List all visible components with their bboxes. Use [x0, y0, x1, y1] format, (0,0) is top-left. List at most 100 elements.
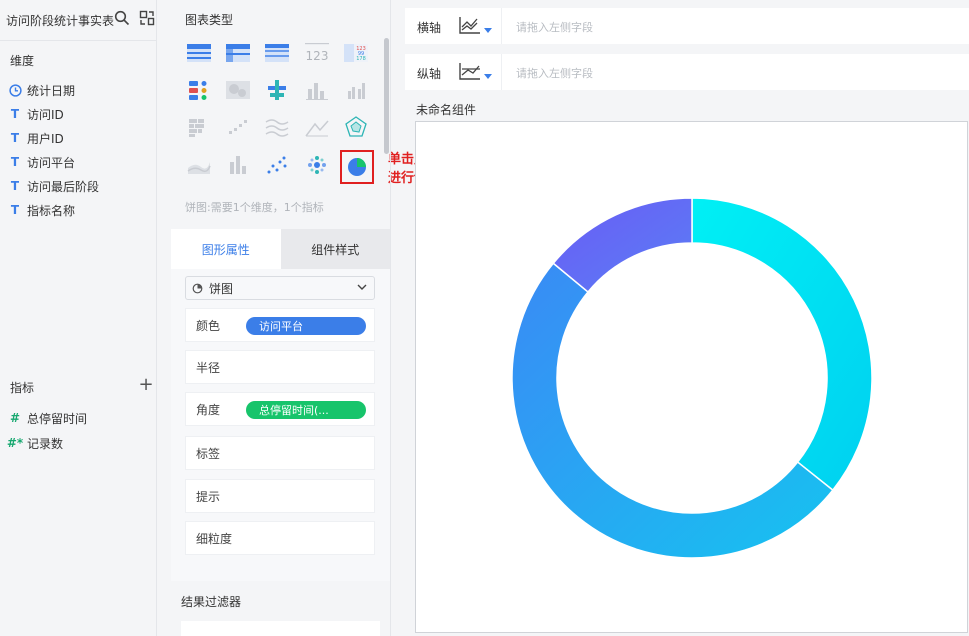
- multi-line-icon[interactable]: [263, 114, 291, 140]
- calculated-number-icon: #*: [6, 436, 24, 450]
- result-filter-dropzone[interactable]: [181, 621, 380, 636]
- property-tooltip[interactable]: 提示: [185, 479, 375, 513]
- pie-chart-icon[interactable]: [340, 150, 374, 184]
- colored-table-icon[interactable]: 123 99 178: [342, 40, 370, 66]
- dimension-field-label: 统计日期: [27, 83, 76, 98]
- text-type-icon: T: [10, 155, 20, 169]
- chart-type-hint: 饼图:需要1个维度，1个指标: [185, 201, 324, 214]
- measure-field-label: 总停留时间: [27, 411, 88, 426]
- table-icon[interactable]: [185, 40, 213, 66]
- property-label: 颜色: [196, 318, 221, 333]
- dimension-field[interactable]: 统计日期: [8, 80, 75, 100]
- property-granularity[interactable]: 细粒度: [185, 521, 375, 555]
- property-label: 提示: [196, 489, 221, 504]
- dimension-section-label: 维度: [10, 54, 35, 68]
- scatter-icon[interactable]: [224, 114, 252, 140]
- properties-panel: 饼图 颜色 访问平台 半径 角度 总停留时间(... 标签 提示 细粒度: [171, 269, 390, 581]
- dimension-field[interactable]: T 用户ID: [8, 128, 64, 148]
- switch-dataset-icon[interactable]: [139, 10, 155, 26]
- svg-text:178: 178: [356, 56, 366, 62]
- property-label: 细粒度: [196, 531, 233, 546]
- text-type-icon: T: [10, 131, 20, 145]
- add-measure-button[interactable]: +: [138, 376, 154, 394]
- chevron-down-icon: [357, 284, 367, 290]
- measure-field[interactable]: #* 记录数: [6, 433, 64, 453]
- pie-slice[interactable]: [691, 197, 873, 492]
- property-angle[interactable]: 角度 总停留时间(...: [185, 392, 375, 426]
- dot-map-icon[interactable]: [185, 77, 213, 103]
- svg-text:123: 123: [306, 49, 329, 63]
- dimension-field[interactable]: T 访问最后阶段: [8, 176, 99, 196]
- chart-type-scrollbar[interactable]: [384, 38, 389, 154]
- chart-type-select[interactable]: 饼图: [185, 276, 375, 300]
- dimension-field-label: 访问最后阶段: [27, 179, 100, 194]
- y-axis-shelf[interactable]: 纵轴 请拖入左侧字段: [405, 54, 969, 90]
- detail-table-icon[interactable]: [263, 40, 291, 66]
- caret-down-icon[interactable]: [484, 28, 492, 33]
- rect-tree-icon[interactable]: [185, 114, 213, 140]
- dataset-title: 访问阶段统计事实表: [6, 14, 114, 28]
- dimension-field-label: 指标名称: [27, 203, 76, 218]
- y-axis-label: 纵轴: [417, 67, 442, 81]
- pie-slice[interactable]: [511, 262, 834, 559]
- dimension-field[interactable]: T 访问ID: [8, 104, 64, 124]
- result-filter-title: 结果过滤器: [181, 595, 242, 609]
- dataset-header: 访问阶段统计事实表: [6, 10, 156, 30]
- dimension-field-label: 访问ID: [27, 107, 64, 122]
- property-label-setting[interactable]: 标签: [185, 436, 375, 470]
- property-color[interactable]: 颜色 访问平台: [185, 308, 375, 342]
- chart-type-header: 图表类型: [185, 13, 234, 27]
- area-chart-icon[interactable]: [185, 152, 213, 178]
- divider: [390, 0, 391, 636]
- divider: [0, 40, 157, 41]
- divider: [501, 54, 502, 90]
- heatmap-icon[interactable]: [224, 77, 252, 103]
- property-label: 标签: [196, 446, 221, 461]
- dimension-field-label: 访问平台: [27, 155, 76, 170]
- donut-chart: [511, 197, 873, 559]
- tab-graphic-properties[interactable]: 图形属性: [171, 229, 281, 269]
- kpi-card-icon[interactable]: 123: [303, 40, 331, 66]
- grouped-column-icon[interactable]: [342, 77, 370, 103]
- measure-field[interactable]: # 总停留时间: [8, 408, 87, 428]
- text-type-icon: T: [10, 107, 20, 121]
- measure-field-label: 记录数: [27, 436, 64, 451]
- pie-slice[interactable]: [552, 197, 693, 294]
- tab-component-style[interactable]: 组件样式: [280, 229, 390, 269]
- radar-icon[interactable]: [342, 114, 370, 140]
- color-field-pill[interactable]: 访问平台: [246, 317, 366, 335]
- field-panel: 访问阶段统计事实表 维度 统计日期 T 访问ID T 用户ID T 访问平台 T…: [0, 0, 157, 636]
- scatter-dots-icon[interactable]: [263, 152, 291, 178]
- clock-icon: [8, 83, 22, 97]
- measure-section-label: 指标: [10, 381, 35, 395]
- axis-chart-icon[interactable]: [458, 15, 482, 35]
- property-label: 角度: [196, 402, 221, 417]
- component-title[interactable]: 未命名组件: [416, 101, 476, 118]
- pie-small-icon: [192, 283, 203, 293]
- x-axis-label: 横轴: [417, 21, 442, 35]
- stacked-bar-icon[interactable]: [263, 77, 291, 103]
- x-axis-placeholder: 请拖入左侧字段: [516, 21, 593, 34]
- x-axis-shelf[interactable]: 横轴 请拖入左侧字段: [405, 8, 969, 44]
- y-axis-placeholder: 请拖入左侧字段: [516, 67, 593, 80]
- divider: [501, 8, 502, 44]
- dimension-field[interactable]: T 指标名称: [8, 200, 75, 220]
- number-type-icon: #: [9, 411, 21, 425]
- crosstable-icon[interactable]: [224, 40, 252, 66]
- dimension-field-label: 用户ID: [27, 131, 64, 146]
- bubble-icon[interactable]: [303, 152, 331, 178]
- dimension-field[interactable]: T 访问平台: [8, 152, 75, 172]
- bi-editor: 访问阶段统计事实表 维度 统计日期 T 访问ID T 用户ID T 访问平台 T…: [0, 0, 969, 636]
- caret-down-icon[interactable]: [484, 74, 492, 79]
- chart-type-select-value: 饼图: [209, 281, 234, 296]
- property-label: 半径: [196, 360, 221, 375]
- property-radius[interactable]: 半径: [185, 350, 375, 384]
- line-chart-icon[interactable]: [303, 114, 331, 140]
- search-icon[interactable]: [114, 10, 130, 26]
- grouped-bar-icon[interactable]: [224, 152, 252, 178]
- column-chart-icon[interactable]: [303, 77, 331, 103]
- text-type-icon: T: [10, 203, 20, 217]
- angle-field-pill[interactable]: 总停留时间(...: [246, 401, 366, 419]
- axis-chart-icon[interactable]: [458, 61, 482, 81]
- chart-canvas: [415, 121, 968, 633]
